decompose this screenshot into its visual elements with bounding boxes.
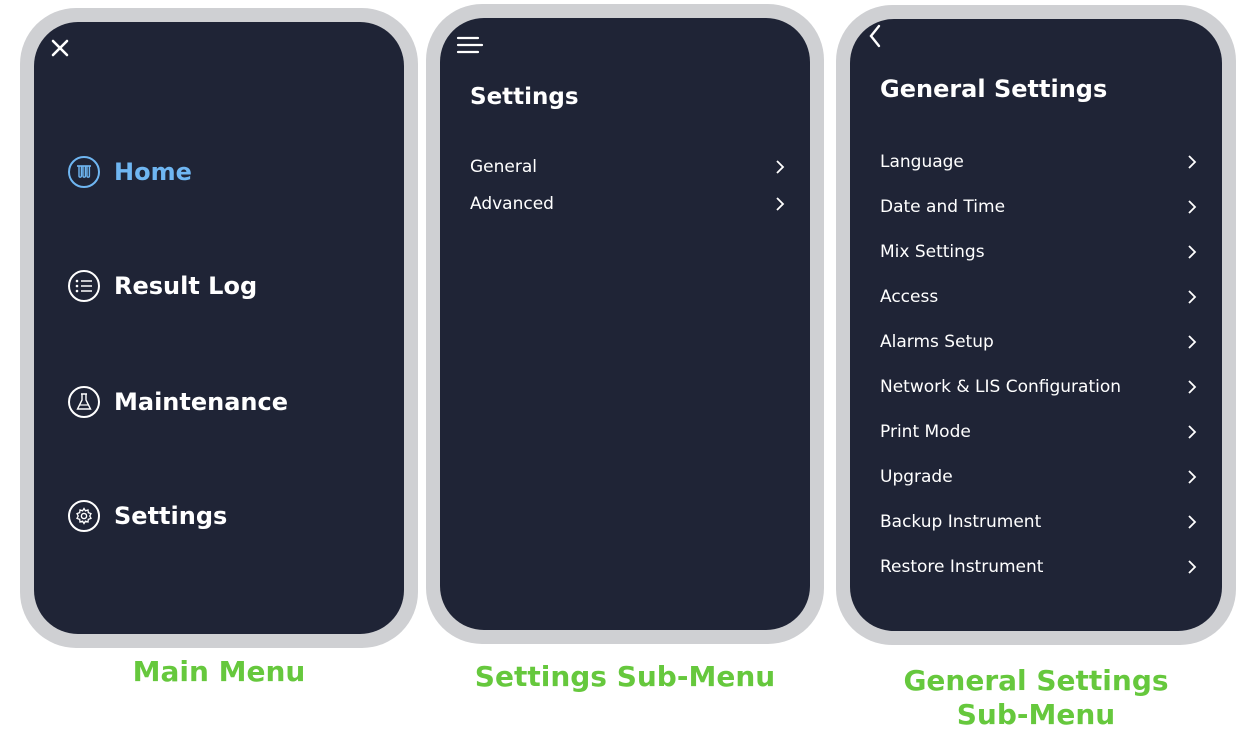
- menu-item-label: Home: [114, 158, 192, 186]
- gear-icon: [68, 500, 100, 532]
- general-settings-item[interactable]: Alarms Setup: [880, 327, 1212, 357]
- general-settings-item-label: Language: [880, 152, 964, 172]
- menu-item-label: Result Log: [114, 272, 258, 300]
- menu-item-label: Settings: [114, 502, 228, 530]
- general-settings-item[interactable]: Access: [880, 282, 1212, 312]
- list-icon: [68, 270, 100, 302]
- general-settings-item-label: Mix Settings: [880, 242, 985, 262]
- menu-item-maintenance[interactable]: Maintenance: [68, 382, 288, 422]
- menu-item-home[interactable]: Home: [68, 152, 192, 192]
- general-settings-item-label: Upgrade: [880, 467, 953, 487]
- general-settings-item[interactable]: Mix Settings: [880, 237, 1212, 267]
- general-settings-item-label: Network & LIS Configuration: [880, 377, 1122, 397]
- menu-item-label: Maintenance: [114, 388, 289, 416]
- hamburger-menu-icon[interactable]: [456, 34, 484, 56]
- general-settings-item[interactable]: Network & LIS Configuration: [880, 372, 1212, 402]
- close-icon[interactable]: [48, 36, 72, 60]
- general-settings-item-label: Backup Instrument: [880, 512, 1042, 532]
- flask-icon: [68, 386, 100, 418]
- general-settings-item-label: Date and Time: [880, 197, 1006, 217]
- general-settings-item[interactable]: Upgrade: [880, 462, 1212, 492]
- chevron-right-icon: [1188, 515, 1197, 529]
- general-settings-item-label: Restore Instrument: [880, 557, 1044, 577]
- general-settings-item[interactable]: Print Mode: [880, 417, 1212, 447]
- chevron-right-icon: [1188, 380, 1197, 394]
- general-settings-item[interactable]: Language: [880, 147, 1212, 177]
- general-settings-item[interactable]: Backup Instrument: [880, 507, 1212, 537]
- settings-menu-screen: Settings General Advanced: [440, 18, 810, 630]
- page-title: Settings: [470, 84, 579, 110]
- chevron-right-icon: [1188, 425, 1197, 439]
- settings-menu-device: Settings General Advanced: [426, 4, 824, 644]
- general-settings-item-label: Access: [880, 287, 939, 307]
- general-settings-device: General Settings Language Date and Time Mi…: [836, 5, 1236, 645]
- main-menu-caption: Main Menu: [132, 655, 306, 688]
- chevron-right-icon: [776, 197, 785, 211]
- caption-line: General Settings: [903, 664, 1169, 697]
- chevron-right-icon: [1188, 200, 1197, 214]
- general-settings-item-label: Alarms Setup: [880, 332, 994, 352]
- chevron-right-icon: [1188, 245, 1197, 259]
- settings-menu-caption: Settings Sub-Menu: [474, 660, 776, 693]
- main-menu-screen: Home Result Log Maintenance Settings: [34, 22, 404, 634]
- menu-item-settings[interactable]: Settings: [68, 496, 227, 536]
- page-title: General Settings: [880, 75, 1108, 103]
- settings-item-advanced[interactable]: Advanced: [470, 189, 800, 219]
- chevron-right-icon: [1188, 470, 1197, 484]
- caption-line: Sub-Menu: [956, 698, 1116, 731]
- chevron-right-icon: [1188, 335, 1197, 349]
- chevron-right-icon: [1188, 155, 1197, 169]
- back-chevron-icon[interactable]: [866, 23, 884, 49]
- general-settings-item[interactable]: Date and Time: [880, 192, 1212, 222]
- general-settings-caption: General Settings Sub-Menu: [836, 664, 1236, 732]
- chevron-right-icon: [1188, 560, 1197, 574]
- menu-item-result-log[interactable]: Result Log: [68, 266, 257, 306]
- settings-item-label: General: [470, 157, 537, 177]
- general-settings-screen: General Settings Language Date and Time Mi…: [850, 19, 1222, 631]
- chevron-right-icon: [776, 160, 785, 174]
- general-settings-item[interactable]: Restore Instrument: [880, 552, 1212, 582]
- test-tubes-icon: [68, 156, 100, 188]
- general-settings-item-label: Print Mode: [880, 422, 971, 442]
- main-menu-device: Home Result Log Maintenance Settings: [20, 8, 418, 648]
- settings-item-general[interactable]: General: [470, 152, 800, 182]
- settings-item-label: Advanced: [470, 194, 554, 214]
- chevron-right-icon: [1188, 290, 1197, 304]
